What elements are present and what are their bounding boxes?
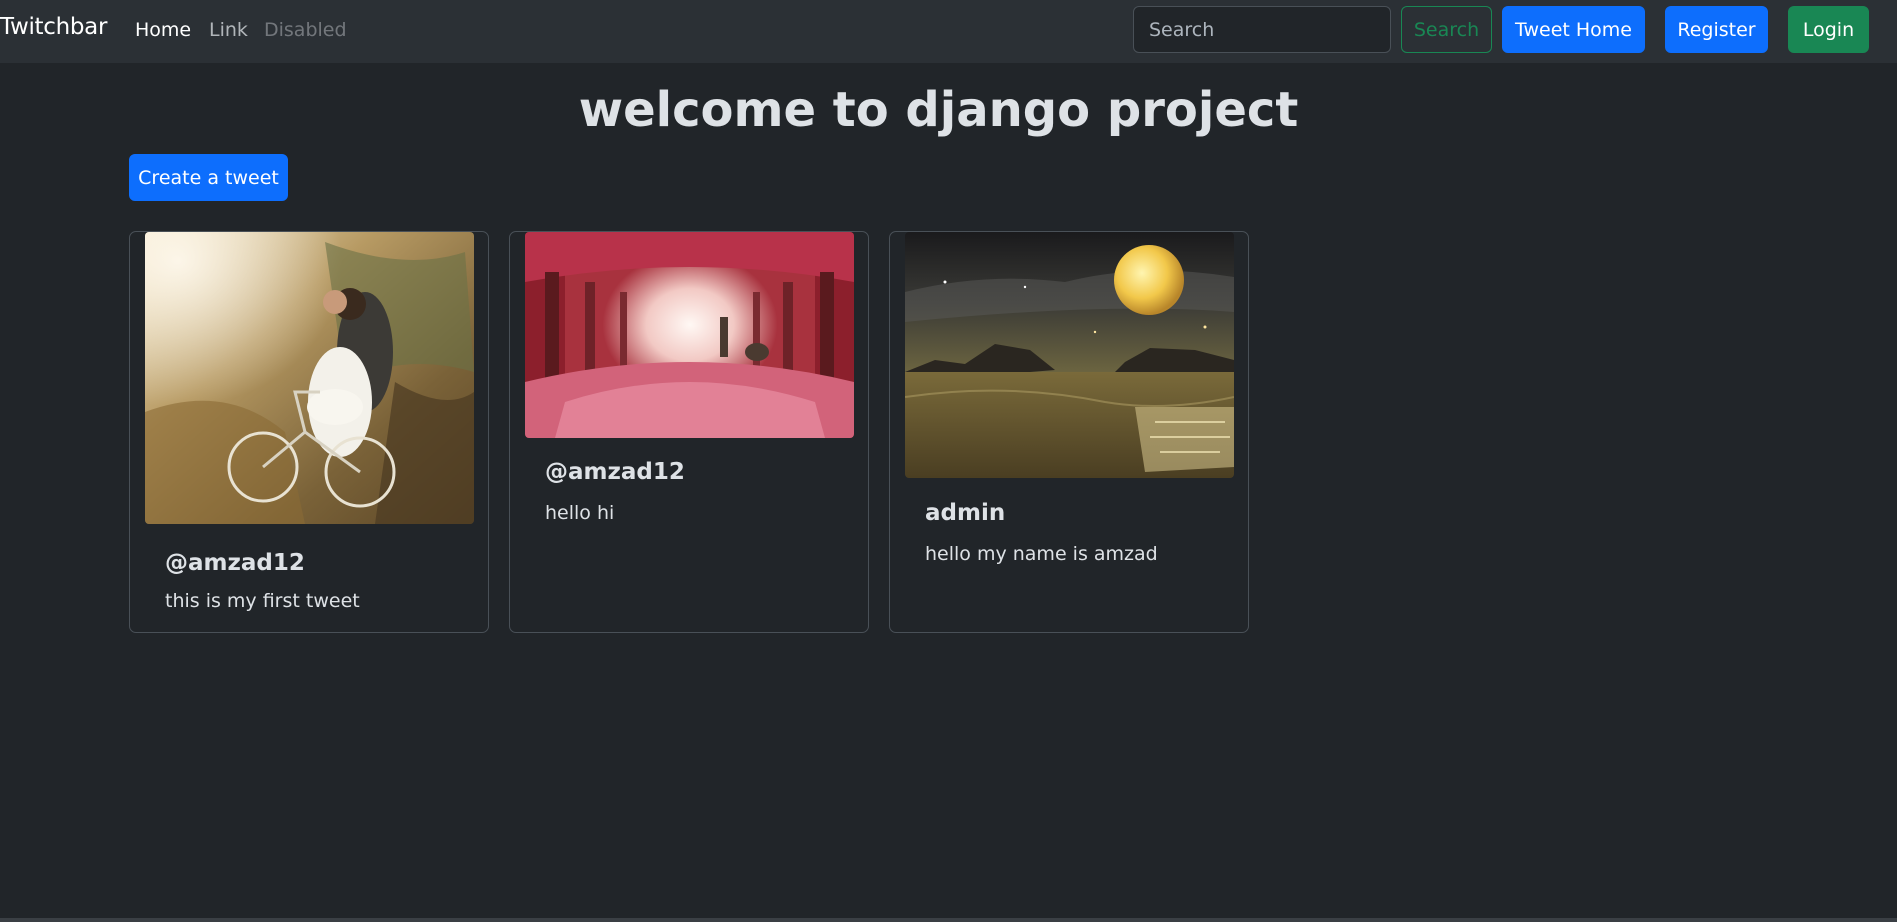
- tweet-card: @amzad12 hello hi: [509, 231, 869, 633]
- navbar: Twitchbar Home Link Disabled Search Twee…: [0, 0, 1897, 63]
- tweet-text: hello hi: [545, 502, 615, 524]
- search-button[interactable]: Search: [1401, 6, 1492, 53]
- navbar-brand[interactable]: Twitchbar: [0, 14, 107, 40]
- nav-link-disabled: Disabled: [264, 19, 347, 41]
- page-title: welcome to django project: [578, 82, 1299, 138]
- tweet-card: admin hello my name is amzad: [889, 231, 1249, 633]
- tweet-user: @amzad12: [545, 459, 685, 485]
- tweet-image-couple-bicycle: [145, 232, 474, 524]
- nav-link-home[interactable]: Home: [135, 19, 191, 41]
- tweet-user: admin: [925, 500, 1006, 526]
- tweet-home-button[interactable]: Tweet Home: [1502, 6, 1645, 53]
- search-input[interactable]: [1133, 6, 1391, 53]
- window-bottom-edge: [0, 918, 1897, 922]
- login-button[interactable]: Login: [1788, 6, 1869, 53]
- tweet-user: @amzad12: [165, 550, 305, 576]
- tweet-image-moon-lake: [905, 232, 1234, 478]
- tweet-image-blossom-avenue: [525, 232, 854, 438]
- tweet-text: hello my name is amzad: [925, 543, 1158, 565]
- create-tweet-button[interactable]: Create a tweet: [129, 154, 288, 201]
- tweet-text: this is my first tweet: [165, 590, 360, 612]
- register-button[interactable]: Register: [1665, 6, 1768, 53]
- nav-link-link[interactable]: Link: [209, 19, 248, 41]
- tweet-card: @amzad12 this is my first tweet: [129, 231, 489, 633]
